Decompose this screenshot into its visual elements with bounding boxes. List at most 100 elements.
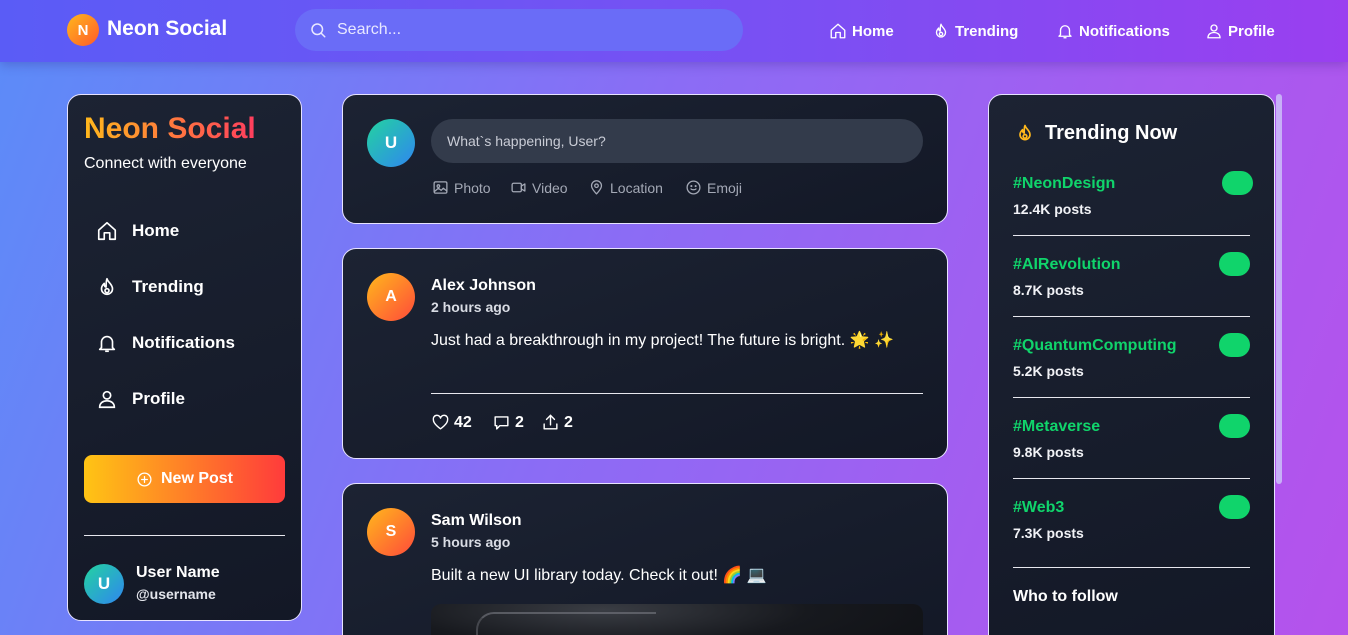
trend-indicator	[1222, 171, 1253, 195]
laptop-shape	[476, 612, 656, 635]
app-logo-text[interactable]: Neon Social	[107, 17, 227, 41]
topnav-profile[interactable]: Profile	[1205, 20, 1275, 42]
attach-emoji-label: Emoji	[707, 179, 743, 196]
topnav-notifications-label: Notifications	[1079, 22, 1170, 40]
smiley-icon	[686, 180, 701, 195]
post-card: S Sam Wilson 5 hours ago Built a new UI …	[342, 483, 948, 635]
trending-title: Trending Now	[1045, 122, 1178, 144]
post-card: A Alex Johnson 2 hours ago Just had a br…	[342, 248, 948, 459]
comment-icon	[494, 416, 509, 430]
scrollbar[interactable]	[1276, 94, 1282, 484]
trend-count: 8.7K posts	[1013, 282, 1084, 298]
avatar[interactable]: S	[367, 508, 415, 556]
fire-icon	[100, 277, 114, 296]
topnav-notifications[interactable]: Notifications	[1056, 20, 1170, 42]
user-name[interactable]: User Name	[136, 564, 220, 582]
attach-video-label: Video	[532, 179, 568, 196]
sidebar-item-home[interactable]: Home	[96, 220, 179, 242]
trend-tag[interactable]: #Web3	[1013, 499, 1064, 517]
attach-photo-label: Photo	[454, 179, 491, 196]
fire-icon	[935, 23, 947, 38]
who-to-follow-title: Who to follow	[1013, 588, 1118, 605]
trend-indicator	[1219, 414, 1250, 438]
trend-indicator	[1219, 495, 1250, 519]
attach-video-button[interactable]: Video	[510, 179, 568, 196]
user-handle: @username	[136, 586, 216, 602]
attach-photo-button[interactable]: Photo	[432, 179, 491, 196]
post-text: Just had a breakthrough in my project! T…	[431, 332, 894, 349]
logo-badge[interactable]: N	[67, 14, 99, 46]
attach-location-label: Location	[610, 179, 663, 196]
trend-tag[interactable]: #AIRevolution	[1013, 256, 1121, 274]
divider	[1013, 478, 1250, 479]
search-input[interactable]	[337, 21, 717, 39]
share-button[interactable]: 2	[541, 413, 573, 432]
bell-icon	[1058, 25, 1072, 39]
search-icon	[311, 23, 326, 38]
attach-emoji-button[interactable]: Emoji	[685, 179, 742, 196]
bell-icon	[98, 335, 116, 353]
trend-indicator	[1219, 252, 1250, 276]
avatar[interactable]: A	[367, 273, 415, 321]
heart-icon	[432, 414, 449, 430]
topnav-trending[interactable]: Trending	[932, 20, 1018, 42]
like-button[interactable]: 42	[431, 413, 472, 432]
location-pin-icon	[590, 180, 603, 195]
post-image[interactable]	[431, 604, 923, 635]
topnav-home[interactable]: Home	[829, 20, 894, 42]
trend-count: 5.2K posts	[1013, 363, 1084, 379]
top-navbar: N Neon Social Home Trending Notification…	[0, 0, 1348, 62]
comment-count: 2	[515, 413, 524, 431]
like-count: 42	[454, 413, 472, 431]
divider	[431, 393, 923, 394]
trend-count: 7.3K posts	[1013, 525, 1084, 541]
topnav-home-label: Home	[852, 22, 894, 40]
trend-count: 12.4K posts	[1013, 201, 1092, 217]
divider	[84, 535, 285, 536]
sidebar-item-trending[interactable]: Trending	[96, 276, 204, 298]
share-count: 2	[564, 413, 573, 431]
sidebar-item-notifications[interactable]: Notifications	[96, 332, 235, 354]
new-post-label: New Post	[160, 470, 233, 487]
plus-circle-icon	[137, 471, 152, 487]
trend-tag[interactable]: #NeonDesign	[1013, 175, 1115, 193]
avatar[interactable]: U	[367, 119, 415, 167]
post-composer: U Photo Video Location Emoji	[342, 94, 948, 224]
trend-indicator	[1219, 333, 1250, 357]
topnav-trending-label: Trending	[955, 22, 1019, 40]
divider	[1013, 397, 1250, 398]
left-sidebar: Neon Social Connect with everyone Home T…	[67, 94, 302, 621]
new-post-button[interactable]: New Post	[84, 455, 285, 503]
sidebar-tagline: Connect with everyone	[84, 155, 247, 172]
home-icon	[830, 23, 846, 39]
video-icon	[511, 182, 526, 193]
topnav-profile-label: Profile	[1228, 22, 1275, 40]
divider	[1013, 316, 1250, 317]
post-timestamp: 2 hours ago	[431, 299, 511, 315]
divider	[1013, 567, 1250, 568]
avatar[interactable]: U	[84, 564, 124, 604]
sidebar-item-label: Trending	[132, 277, 204, 296]
image-icon	[433, 181, 448, 194]
trend-count: 9.8K posts	[1013, 444, 1084, 460]
user-icon	[1207, 24, 1221, 39]
trending-panel: Trending Now #NeonDesign 12.4K posts #AI…	[988, 94, 1275, 635]
post-author[interactable]: Sam Wilson	[431, 512, 522, 530]
trend-tag[interactable]: #QuantumComputing	[1013, 337, 1177, 355]
post-text: Built a new UI library today. Check it o…	[431, 567, 767, 584]
search-bar[interactable]	[295, 9, 743, 51]
comment-button[interactable]: 2	[492, 413, 524, 432]
share-icon	[543, 414, 558, 430]
composer-input[interactable]	[431, 119, 923, 163]
attach-location-button[interactable]: Location	[588, 179, 663, 196]
post-timestamp: 5 hours ago	[431, 534, 511, 550]
sidebar-item-label: Home	[132, 221, 180, 240]
sidebar-item-label: Profile	[132, 389, 185, 408]
divider	[1013, 235, 1250, 236]
post-author[interactable]: Alex Johnson	[431, 277, 536, 295]
fire-icon	[1019, 124, 1031, 141]
trend-tag[interactable]: #Metaverse	[1013, 418, 1100, 436]
sidebar-item-profile[interactable]: Profile	[96, 388, 185, 410]
user-icon	[98, 390, 116, 409]
sidebar-title: Neon Social	[84, 112, 256, 145]
